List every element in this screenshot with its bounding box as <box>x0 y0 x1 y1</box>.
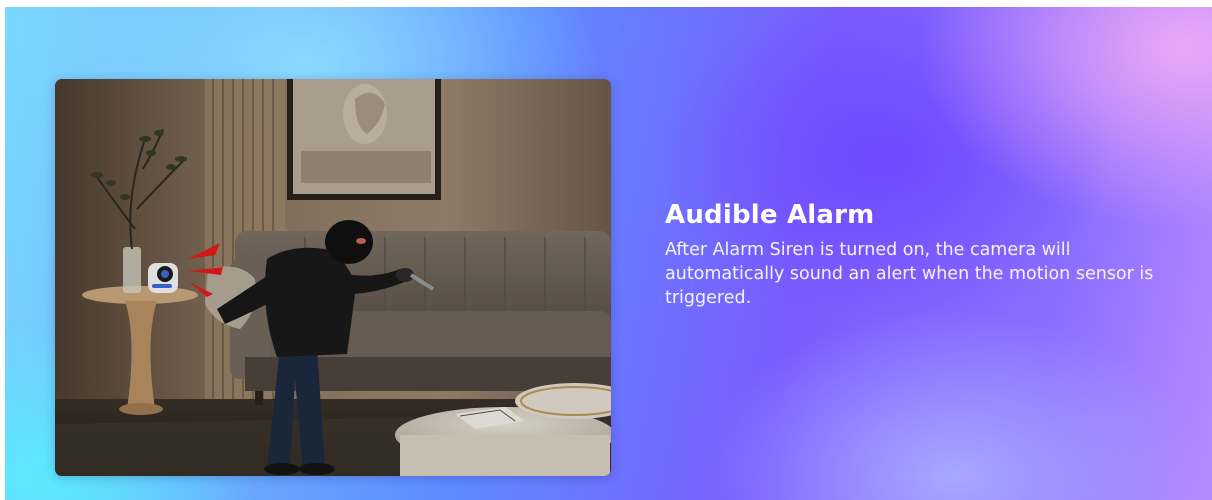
feature-banner: Audible Alarm After Alarm Siren is turne… <box>5 7 1212 500</box>
living-room-burglar-illustration <box>55 79 611 476</box>
feature-text: Audible Alarm After Alarm Siren is turne… <box>665 198 1165 310</box>
feature-photo <box>55 79 611 476</box>
feature-title: Audible Alarm <box>665 200 875 230</box>
feature-description: After Alarm Siren is turned on, the came… <box>665 240 1154 308</box>
